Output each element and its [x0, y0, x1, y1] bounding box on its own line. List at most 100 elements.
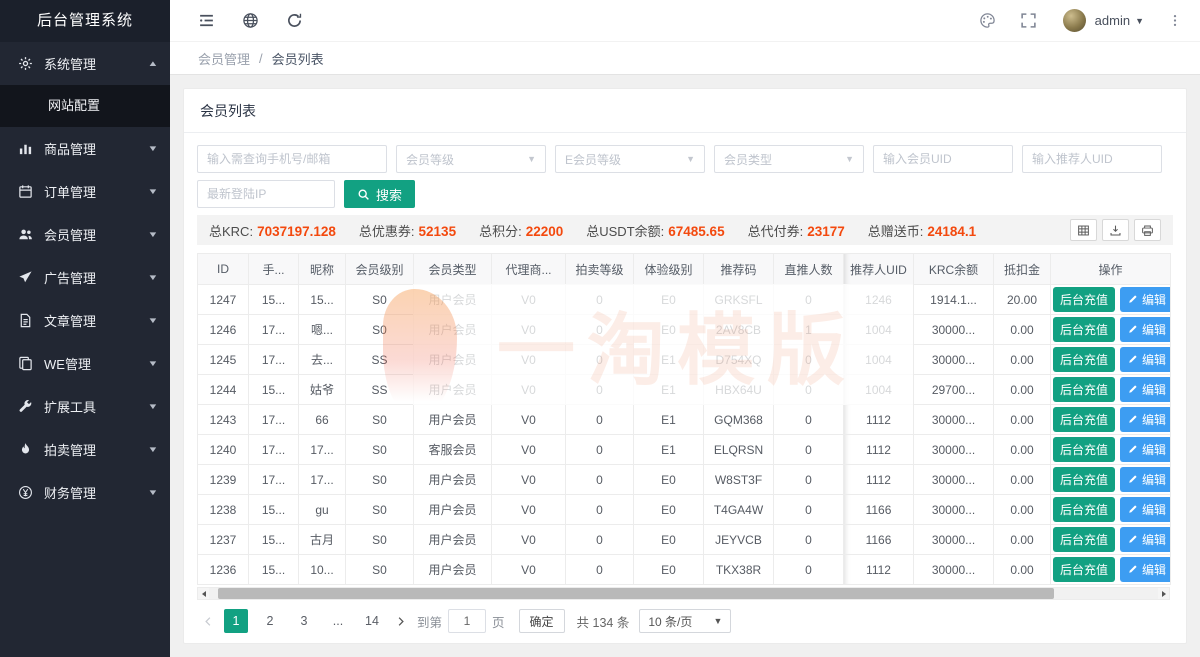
sidebar-item-8[interactable]: 拍卖管理▼ [0, 428, 170, 471]
e-member-level-select[interactable]: E会员等级 ▼ [555, 145, 705, 173]
search-button[interactable]: 搜索 [344, 180, 415, 208]
recharge-button[interactable]: 后台充值 [1053, 377, 1115, 402]
sidebar-item-9[interactable]: 财务管理▼ [0, 471, 170, 514]
sidebar-item-2[interactable]: 订单管理▼ [0, 170, 170, 213]
member-type-select[interactable]: 会员类型 ▼ [714, 145, 864, 173]
edit-button[interactable]: 编辑 [1120, 317, 1170, 342]
cell: S0 [346, 465, 414, 495]
language-globe-icon[interactable] [242, 12, 259, 29]
cell: HBX64U [704, 375, 774, 405]
sidebar-item-5[interactable]: 文章管理▼ [0, 299, 170, 342]
cell: 0.00 [994, 495, 1051, 525]
recharge-button[interactable]: 后台充值 [1053, 317, 1115, 342]
sidebar-item-1[interactable]: 商品管理▼ [0, 127, 170, 170]
scroll-right-arrow[interactable] [1158, 588, 1169, 599]
confirm-button[interactable]: 确定 [519, 609, 565, 633]
cell: V0 [492, 405, 566, 435]
cell: 1112 [844, 405, 914, 435]
page-number[interactable]: 3 [292, 609, 316, 633]
table-row: 124617...嗯...S0用户会员V00E02AV8CB1100430000… [198, 315, 1171, 345]
cell: 0 [566, 465, 634, 495]
topbar-right: admin ▼ [955, 9, 1182, 32]
member-level-select[interactable]: 会员等级 ▼ [396, 145, 546, 173]
print-button[interactable] [1134, 219, 1161, 241]
prev-page-button[interactable] [197, 609, 219, 633]
more-vertical-icon[interactable] [1168, 12, 1182, 29]
column-header: 代理商... [492, 254, 566, 285]
sidebar-item-3[interactable]: 会员管理▼ [0, 213, 170, 256]
export-download-button[interactable] [1102, 219, 1129, 241]
edit-button[interactable]: 编辑 [1120, 287, 1170, 312]
cell: 17... [249, 465, 299, 495]
cell: 1004 [844, 345, 914, 375]
page-number[interactable]: 1 [224, 609, 248, 633]
avatar[interactable] [1063, 9, 1086, 32]
scrollbar-track[interactable] [209, 588, 1158, 599]
cell: 1244 [198, 375, 249, 405]
cell: W8ST3F [704, 465, 774, 495]
edit-button[interactable]: 编辑 [1120, 557, 1170, 582]
cell: 1246 [198, 315, 249, 345]
recharge-button[interactable]: 后台充值 [1053, 467, 1115, 492]
refresh-icon[interactable] [286, 12, 303, 29]
last-login-ip-input[interactable] [197, 180, 335, 208]
breadcrumb-parent[interactable]: 会员管理 [198, 49, 250, 68]
cell: 0 [566, 345, 634, 375]
recharge-button[interactable]: 后台充值 [1053, 557, 1115, 582]
member-uid-input[interactable] [873, 145, 1013, 173]
cell: 1246 [844, 285, 914, 315]
edit-button[interactable]: 编辑 [1120, 347, 1170, 372]
sidebar-toggle-icon[interactable] [198, 12, 215, 29]
sidebar-item-4[interactable]: 广告管理▼ [0, 256, 170, 299]
recharge-button[interactable]: 后台充值 [1053, 347, 1115, 372]
goto-page-input[interactable] [448, 609, 486, 633]
chevron-down-icon: ▼ [147, 273, 158, 282]
cell: V0 [492, 435, 566, 465]
cell: 1166 [844, 525, 914, 555]
recharge-button[interactable]: 后台充值 [1053, 287, 1115, 312]
recharge-button[interactable]: 后台充值 [1053, 407, 1115, 432]
cell: 1166 [844, 495, 914, 525]
scrollbar-thumb[interactable] [218, 588, 1053, 599]
columns-grid-button[interactable] [1070, 219, 1097, 241]
user-menu[interactable]: admin ▼ [1095, 13, 1144, 28]
sidebar-item-6[interactable]: WE管理▼ [0, 342, 170, 385]
page-number[interactable]: 14 [360, 609, 384, 633]
chevron-down-icon: ▼ [147, 445, 158, 454]
next-page-button[interactable] [389, 609, 411, 633]
recharge-button[interactable]: 后台充值 [1053, 437, 1115, 462]
recharge-button[interactable]: 后台充值 [1053, 497, 1115, 522]
pencil-icon [1128, 564, 1138, 574]
edit-button[interactable]: 编辑 [1120, 467, 1170, 492]
edit-button[interactable]: 编辑 [1120, 377, 1170, 402]
cell: V0 [492, 525, 566, 555]
phone-email-input[interactable] [197, 145, 387, 173]
edit-button[interactable]: 编辑 [1120, 437, 1170, 462]
theme-palette-icon[interactable] [979, 12, 996, 29]
page-number[interactable]: 2 [258, 609, 282, 633]
fullscreen-icon[interactable] [1020, 12, 1037, 29]
page-size-select[interactable]: 10 条/页 ▼ [639, 609, 731, 633]
cell: ELQRSN [704, 435, 774, 465]
stats-list: 总KRC:7037197.128总优惠券:52135总积分:22200总USDT… [209, 221, 999, 240]
cell: 0 [566, 285, 634, 315]
referrer-uid-input[interactable] [1022, 145, 1162, 173]
edit-button[interactable]: 编辑 [1120, 407, 1170, 432]
cell: 古月 [299, 525, 346, 555]
cell: S0 [346, 315, 414, 345]
sidebar-item-label: 会员管理 [44, 225, 149, 244]
sidebar-item-7[interactable]: 扩展工具▼ [0, 385, 170, 428]
table-row: 123715...古月S0用户会员V00E0JEYVCB0116630000..… [198, 525, 1171, 555]
edit-button[interactable]: 编辑 [1120, 527, 1170, 552]
cell: V0 [492, 345, 566, 375]
scroll-left-arrow[interactable] [198, 588, 209, 599]
edit-button[interactable]: 编辑 [1120, 497, 1170, 522]
recharge-button[interactable]: 后台充值 [1053, 527, 1115, 552]
sidebar-item-0[interactable]: 系统管理▲ [0, 42, 170, 85]
cell: 用户会员 [414, 465, 492, 495]
operations-cell: 后台充值编辑 [1051, 435, 1171, 465]
column-header: 直推人数 [774, 254, 844, 285]
cell: 0.00 [994, 345, 1051, 375]
sidebar-subitem[interactable]: 网站配置 [0, 85, 170, 127]
cell: 1238 [198, 495, 249, 525]
